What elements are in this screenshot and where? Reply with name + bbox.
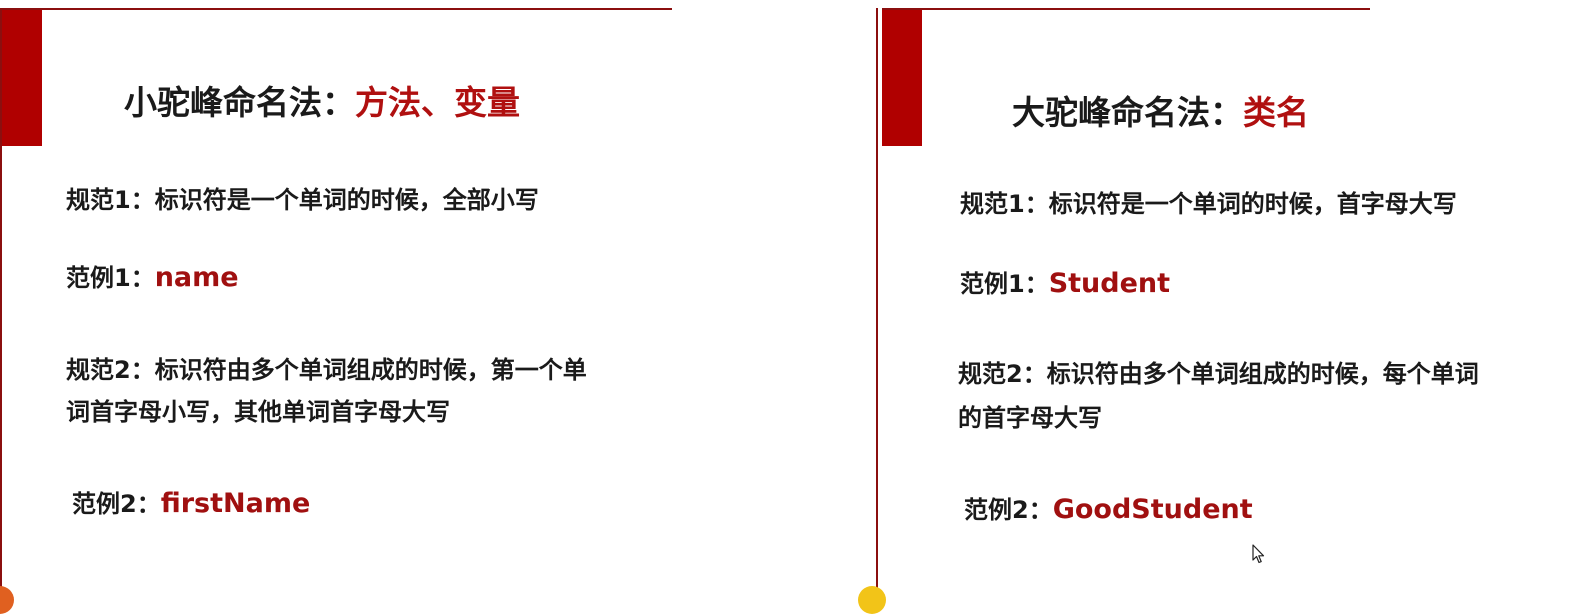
- slide-title: 小驼峰命名法：方法、变量: [124, 76, 520, 124]
- example-2-value: GoodStudent: [1052, 494, 1253, 525]
- toolbar-dot-yellow: [858, 586, 886, 614]
- rule-2-line-2: 的首字母大写: [958, 404, 1102, 432]
- title-highlight: 方法、变量: [355, 83, 520, 122]
- example-2-label: 范例2：: [72, 490, 161, 518]
- title-main: 大驼峰命名法：: [1012, 93, 1243, 132]
- rule-1: 规范1：标识符是一个单词的时候，全部小写: [66, 186, 539, 214]
- left-slide: 小驼峰命名法：方法、变量 规范1：标识符是一个单词的时候，全部小写 范例1：na…: [0, 0, 868, 600]
- example-2-value: firstName: [160, 488, 311, 519]
- example-1-value: Student: [1048, 268, 1171, 299]
- example-1: 范例1：Student: [960, 262, 1170, 306]
- title-accent-bar: [882, 10, 922, 146]
- right-slide: 大驼峰命名法：类名 规范1：标识符是一个单词的时候，首字母大写 范例1：Stud…: [876, 0, 1574, 600]
- rule-2-line-2: 词首字母小写，其他单词首字母大写: [66, 398, 450, 426]
- slide-side-rule: [876, 8, 878, 600]
- example-1-label: 范例1：: [960, 270, 1049, 298]
- example-1: 范例1：name: [66, 256, 239, 300]
- example-1-label: 范例1：: [66, 264, 155, 292]
- slide-title: 大驼峰命名法：类名: [1012, 86, 1309, 134]
- mouse-pointer-icon: [1252, 544, 1265, 564]
- slide-top-rule: [882, 8, 1370, 10]
- title-accent-bar: [2, 10, 42, 146]
- example-2-label: 范例2：: [964, 496, 1053, 524]
- example-2: 范例2：firstName: [72, 482, 310, 526]
- title-highlight: 类名: [1243, 93, 1309, 132]
- rule-2-line-1: 规范2：标识符由多个单词组成的时候，每个单词: [958, 360, 1479, 388]
- example-2: 范例2：GoodStudent: [964, 488, 1253, 532]
- rule-2-line-1: 规范2：标识符由多个单词组成的时候，第一个单: [66, 356, 587, 384]
- title-main: 小驼峰命名法：: [124, 83, 355, 122]
- slide-top-rule: [0, 8, 672, 10]
- rule-1: 规范1：标识符是一个单词的时候，首字母大写: [960, 190, 1457, 218]
- example-1-value: name: [154, 262, 239, 293]
